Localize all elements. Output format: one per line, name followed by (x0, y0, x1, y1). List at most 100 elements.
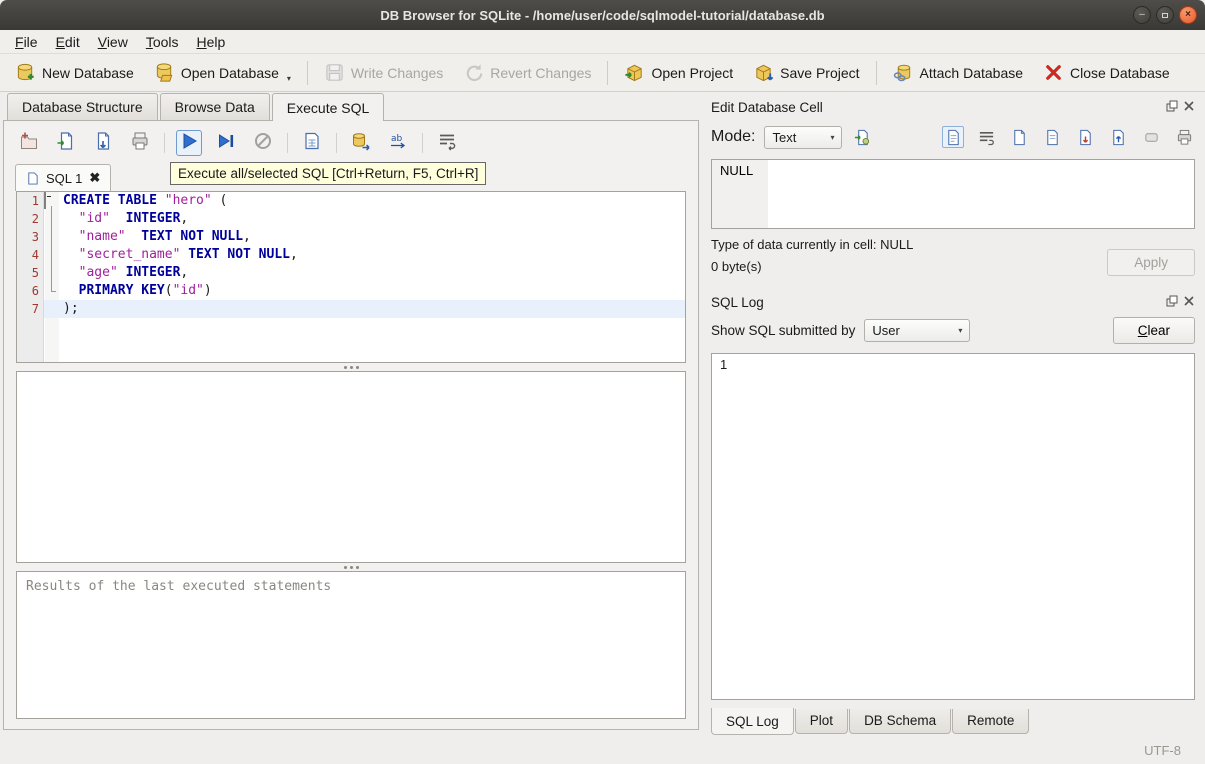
import-cell-icon (854, 129, 870, 145)
save-project-button[interactable]: Save Project (744, 58, 868, 87)
revert-changes-label: Revert Changes (490, 64, 592, 81)
line-number: 4 (31, 248, 39, 262)
execute-line-icon (216, 131, 236, 156)
format-sql-icon: ab (388, 131, 408, 156)
import-file-button[interactable] (1074, 126, 1096, 148)
editor-line: 1 CREATE TABLE "hero" ( (17, 192, 685, 210)
copy-cell-button[interactable] (1008, 126, 1030, 148)
toolbar-separator (607, 60, 609, 85)
print-cell-button[interactable] (1173, 126, 1195, 148)
set-null-button[interactable] (1140, 126, 1162, 148)
line-number: 3 (31, 230, 39, 244)
save-results-button[interactable] (299, 130, 325, 156)
fold-marker-icon[interactable] (44, 192, 59, 210)
close-tab-icon[interactable]: ✖ (89, 170, 100, 186)
tab-database-structure[interactable]: Database Structure (7, 93, 158, 120)
open-database-dropdown-icon[interactable]: ▾ (287, 74, 291, 83)
sql-file-icon (28, 171, 38, 185)
menu-view[interactable]: View (89, 31, 137, 53)
sql-tab-1[interactable]: SQL 1 ✖ (15, 164, 112, 191)
word-wrap-button[interactable] (434, 130, 460, 156)
editor-line: 2 "id" INTEGER, (17, 210, 685, 228)
export-results-button[interactable] (348, 130, 374, 156)
menubar: File Edit View Tools Help (0, 30, 1205, 54)
line-number: 1 (31, 194, 39, 208)
open-sql-file-button[interactable] (53, 130, 79, 156)
mode-combobox[interactable]: Text ▾ (764, 125, 843, 149)
menu-tools[interactable]: Tools (137, 31, 188, 53)
write-changes-button: Write Changes (315, 58, 452, 87)
minimize-button[interactable]: – (1133, 6, 1151, 24)
new-database-label: New Database (42, 64, 134, 81)
stop-icon (253, 131, 273, 156)
main-tabbar: Database Structure Browse Data Execute S… (0, 92, 703, 121)
cell-editor[interactable]: NULL (711, 159, 1195, 229)
editor-line: 3 "name" TEXT NOT NULL, (17, 228, 685, 246)
text-mode-button[interactable] (942, 126, 964, 148)
results-grid (16, 371, 686, 563)
word-wrap-cell-button[interactable] (975, 126, 997, 148)
cell-value: NULL (712, 160, 768, 228)
export-file-button[interactable] (1107, 126, 1129, 148)
float-dock-button[interactable] (1166, 295, 1178, 310)
encoding-indicator: UTF-8 (1144, 742, 1181, 758)
fold-line-end (44, 282, 59, 300)
sql-tab-label: SQL 1 (46, 170, 83, 186)
dock-tab-sql-log[interactable]: SQL Log (711, 708, 794, 735)
save-sql-file-button[interactable] (90, 130, 116, 156)
float-dock-button[interactable] (1166, 100, 1178, 115)
close-button[interactable]: × (1179, 6, 1197, 24)
code-line[interactable]: "age" INTEGER, (59, 264, 685, 282)
new-sql-tab-button[interactable] (16, 130, 42, 156)
sql-toolbar-separator (336, 133, 337, 153)
code-line[interactable]: PRIMARY KEY("id") (59, 282, 685, 300)
print-sql-button[interactable] (127, 130, 153, 156)
sql-log-filter-combobox[interactable]: User ▾ (864, 318, 971, 342)
code-line[interactable]: "name" TEXT NOT NULL, (59, 228, 685, 246)
attach-database-button[interactable]: Attach Database (884, 58, 1033, 87)
sql-toolbar-separator (422, 133, 423, 153)
maximize-button[interactable] (1156, 6, 1174, 24)
line-number: 5 (31, 266, 39, 280)
chevron-down-icon: ▾ (830, 132, 835, 142)
execute-all-button[interactable] (176, 130, 202, 156)
paste-cell-button[interactable] (1041, 126, 1063, 148)
code-line[interactable]: "id" INTEGER, (59, 210, 685, 228)
write-changes-icon (324, 62, 345, 83)
menu-help[interactable]: Help (188, 31, 235, 53)
main-content: Database Structure Browse Data Execute S… (0, 92, 1205, 736)
sql-log-dock-header: SQL Log (707, 287, 1197, 313)
sql-log-filter-value: User (872, 322, 900, 338)
code-line[interactable]: CREATE TABLE "hero" ( (59, 192, 685, 210)
format-sql-button[interactable]: ab (385, 130, 411, 156)
new-database-button[interactable]: New Database (6, 58, 143, 87)
revert-changes-icon (463, 62, 484, 83)
cell-type-text: Type of data currently in cell: NULL (711, 237, 914, 252)
splitter-handle[interactable] (4, 363, 698, 371)
execute-all-icon (179, 131, 199, 156)
print-cell-icon (1177, 129, 1191, 145)
close-dock-button[interactable] (1183, 295, 1195, 310)
fold-line (44, 246, 59, 264)
close-dock-button[interactable] (1183, 100, 1195, 115)
clear-log-button[interactable]: Clear (1112, 316, 1195, 344)
sql-editor[interactable]: 1 CREATE TABLE "hero" ( 2 "id" INTEGER, … (16, 191, 686, 363)
splitter-handle[interactable] (4, 563, 698, 571)
tab-execute-sql[interactable]: Execute SQL (271, 93, 385, 121)
dock-tab-plot[interactable]: Plot (794, 709, 849, 734)
left-panel: Database Structure Browse Data Execute S… (0, 92, 703, 736)
dock-tab-remote[interactable]: Remote (952, 709, 1030, 734)
close-database-button[interactable]: Close Database (1034, 58, 1179, 87)
open-project-button[interactable]: Open Project (615, 58, 742, 87)
dock-tab-db-schema[interactable]: DB Schema (849, 709, 952, 734)
code-line[interactable]: ); (59, 300, 685, 318)
code-line[interactable]: "secret_name" TEXT NOT NULL, (59, 246, 685, 264)
menu-file[interactable]: File (6, 31, 47, 53)
menu-edit[interactable]: Edit (47, 31, 89, 53)
tab-browse-data[interactable]: Browse Data (159, 93, 270, 120)
open-database-button[interactable]: Open Database ▾ (145, 58, 300, 87)
execute-line-button[interactable] (213, 130, 239, 156)
window-controls: – × (1133, 6, 1197, 24)
sql-toolbar-separator (287, 133, 288, 153)
import-cell-button[interactable] (851, 126, 873, 148)
